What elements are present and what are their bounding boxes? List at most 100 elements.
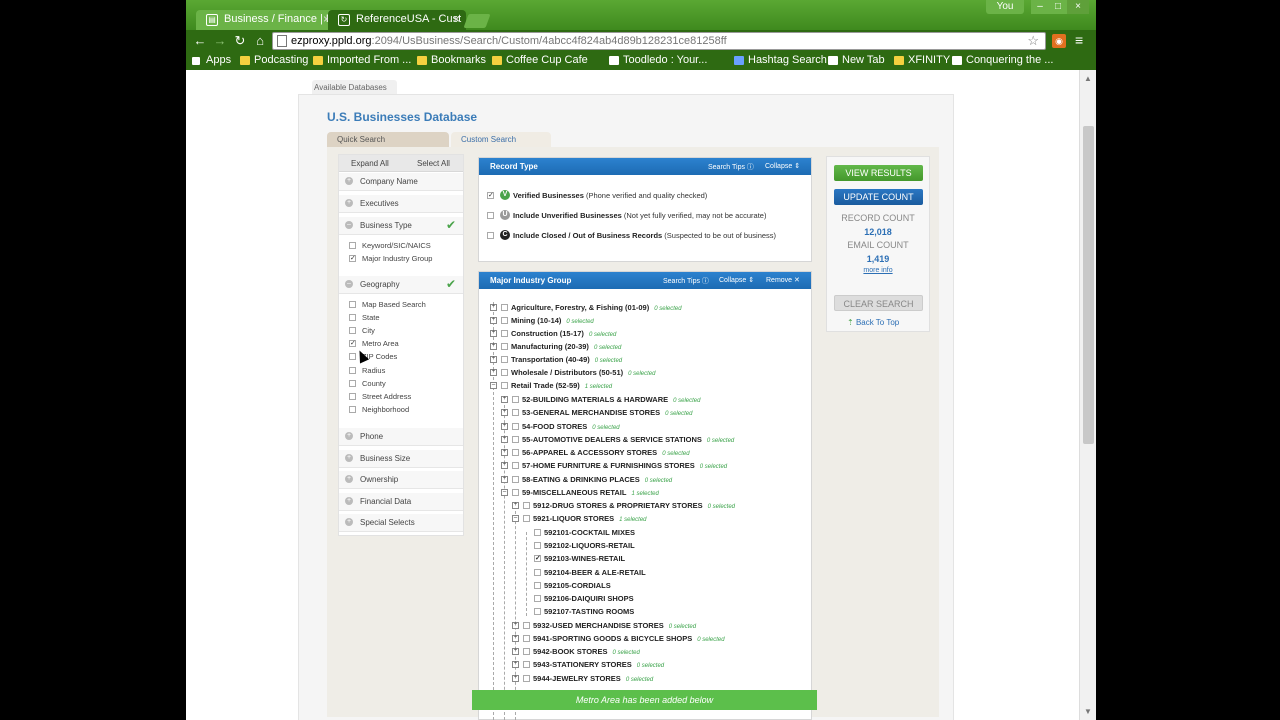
bookmark-toodledo[interactable]: Toodledo : Your... [609, 54, 707, 66]
scroll-thumb[interactable] [1083, 126, 1094, 444]
scroll-down-arrow-icon[interactable]: ▼ [1084, 707, 1092, 716]
bookmark-bookmarks[interactable]: Bookmarks [417, 54, 486, 66]
close-window-button[interactable]: × [1067, 0, 1089, 14]
checkbox[interactable] [523, 515, 530, 522]
expand-icon[interactable]: + [490, 343, 497, 350]
expand-icon[interactable]: + [490, 356, 497, 363]
user-profile-badge[interactable]: You [986, 0, 1024, 14]
sidebar-item-business-type[interactable]: – Business Type ✔ [339, 217, 463, 235]
update-count-button[interactable]: UPDATE COUNT [834, 189, 923, 205]
collapse-icon[interactable]: – [490, 382, 497, 389]
checkbox[interactable] [512, 462, 519, 469]
checkbox[interactable] [512, 436, 519, 443]
sidebar-item-executives[interactable]: + Executives [339, 195, 463, 213]
checkbox[interactable] [501, 304, 508, 311]
tab-custom-search[interactable]: Custom Search [451, 132, 551, 147]
checkbox[interactable] [349, 367, 356, 374]
expand-icon[interactable]: + [501, 436, 508, 443]
bookmark-coffee-cup[interactable]: Coffee Cup Cafe [492, 54, 588, 66]
sidebar-item-phone[interactable]: + Phone [339, 428, 463, 446]
checkbox-checked[interactable]: ✓ [487, 192, 494, 199]
expand-icon[interactable]: + [501, 396, 508, 403]
collapse-link[interactable]: Collapse ⇕ [765, 162, 800, 170]
checkbox-checked[interactable]: ✓ [349, 255, 356, 262]
checkbox[interactable] [501, 382, 508, 389]
chrome-menu-icon[interactable]: ≡ [1075, 33, 1083, 47]
search-tips-link[interactable]: Search Tips ⓘ [708, 162, 754, 172]
view-results-button[interactable]: VIEW RESULTS [834, 165, 923, 181]
tab-quick-search[interactable]: Quick Search [327, 132, 449, 147]
minimize-button[interactable]: – [1031, 0, 1049, 14]
forward-arrow-icon[interactable]: → [212, 33, 228, 49]
sidebar-item-financial-data[interactable]: + Financial Data [339, 493, 463, 511]
new-tab-button[interactable] [463, 14, 491, 28]
checkbox-checked[interactable]: ✓ [349, 340, 356, 347]
close-tab-icon[interactable]: × [453, 12, 460, 26]
expand-all-button[interactable]: Expand All [351, 159, 389, 168]
bookmark-imported[interactable]: Imported From ... [313, 54, 411, 66]
sidebar-item-ownership[interactable]: + Ownership [339, 471, 463, 489]
sidebar-item-geography[interactable]: – Geography ✔ [339, 276, 463, 294]
select-all-button[interactable]: Select All [417, 159, 450, 168]
checkbox[interactable] [523, 675, 530, 682]
expand-icon[interactable]: + [512, 635, 519, 642]
search-tips-link[interactable]: Search Tips ⓘ [663, 276, 709, 286]
expand-icon[interactable]: + [501, 449, 508, 456]
checkbox[interactable] [349, 327, 356, 334]
checkbox[interactable] [512, 489, 519, 496]
tab-business-finance[interactable]: ▤ Business / Finance | F × [196, 10, 336, 30]
expand-icon[interactable]: + [501, 423, 508, 430]
checkbox[interactable] [512, 409, 519, 416]
checkbox[interactable] [501, 330, 508, 337]
expand-icon[interactable]: + [490, 330, 497, 337]
checkbox[interactable] [512, 396, 519, 403]
expand-icon[interactable]: + [512, 622, 519, 629]
checkbox[interactable] [487, 232, 494, 239]
checkbox[interactable] [523, 622, 530, 629]
expand-icon[interactable]: + [512, 648, 519, 655]
expand-icon[interactable]: + [501, 476, 508, 483]
bookmark-apps[interactable]: Apps [192, 54, 231, 66]
bookmark-hashtag[interactable]: Hashtag Search [734, 54, 827, 66]
checkbox[interactable] [512, 476, 519, 483]
checkbox[interactable] [523, 661, 530, 668]
rss-extension-icon[interactable]: ◉ [1052, 34, 1066, 48]
reload-icon[interactable]: ↻ [232, 33, 248, 49]
sidebar-item-special-selects[interactable]: + Special Selects [339, 514, 463, 532]
expand-icon[interactable]: + [501, 409, 508, 416]
checkbox[interactable] [512, 423, 519, 430]
checkbox[interactable] [349, 380, 356, 387]
back-to-top-link[interactable]: ⇡ Back To Top [847, 318, 899, 327]
checkbox[interactable] [349, 406, 356, 413]
checkbox[interactable] [523, 648, 530, 655]
checkbox[interactable] [534, 529, 541, 536]
checkbox[interactable] [534, 595, 541, 602]
expand-icon[interactable]: + [512, 661, 519, 668]
expand-icon[interactable]: + [490, 317, 497, 324]
bookmark-conquering[interactable]: Conquering the ... [952, 54, 1053, 66]
tab-referenceusa[interactable]: ↻ ReferenceUSA - Cust × [328, 10, 466, 30]
checkbox[interactable] [501, 343, 508, 350]
maximize-button[interactable]: □ [1049, 0, 1067, 14]
checkbox-checked[interactable]: ✓ [534, 555, 541, 562]
checkbox[interactable] [534, 582, 541, 589]
back-arrow-icon[interactable]: ← [192, 33, 208, 49]
bookmark-new-tab[interactable]: New Tab [828, 54, 885, 66]
remove-link[interactable]: Remove ✕ [766, 276, 800, 284]
scroll-up-arrow-icon[interactable]: ▲ [1084, 74, 1092, 83]
checkbox[interactable] [349, 242, 356, 249]
collapse-icon[interactable]: – [512, 515, 519, 522]
collapse-link[interactable]: Collapse ⇕ [719, 276, 754, 284]
checkbox[interactable] [487, 212, 494, 219]
bookmark-star-icon[interactable]: ☆ [1027, 33, 1039, 49]
collapse-icon[interactable]: – [501, 489, 508, 496]
home-icon[interactable]: ⌂ [252, 33, 268, 49]
more-info-link[interactable]: more info [827, 267, 929, 274]
expand-icon[interactable]: + [512, 675, 519, 682]
bookmark-xfinity[interactable]: XFINITY [894, 54, 950, 66]
checkbox[interactable] [512, 449, 519, 456]
expand-icon[interactable]: + [490, 369, 497, 376]
checkbox[interactable] [523, 502, 530, 509]
checkbox[interactable] [523, 635, 530, 642]
checkbox[interactable] [501, 317, 508, 324]
